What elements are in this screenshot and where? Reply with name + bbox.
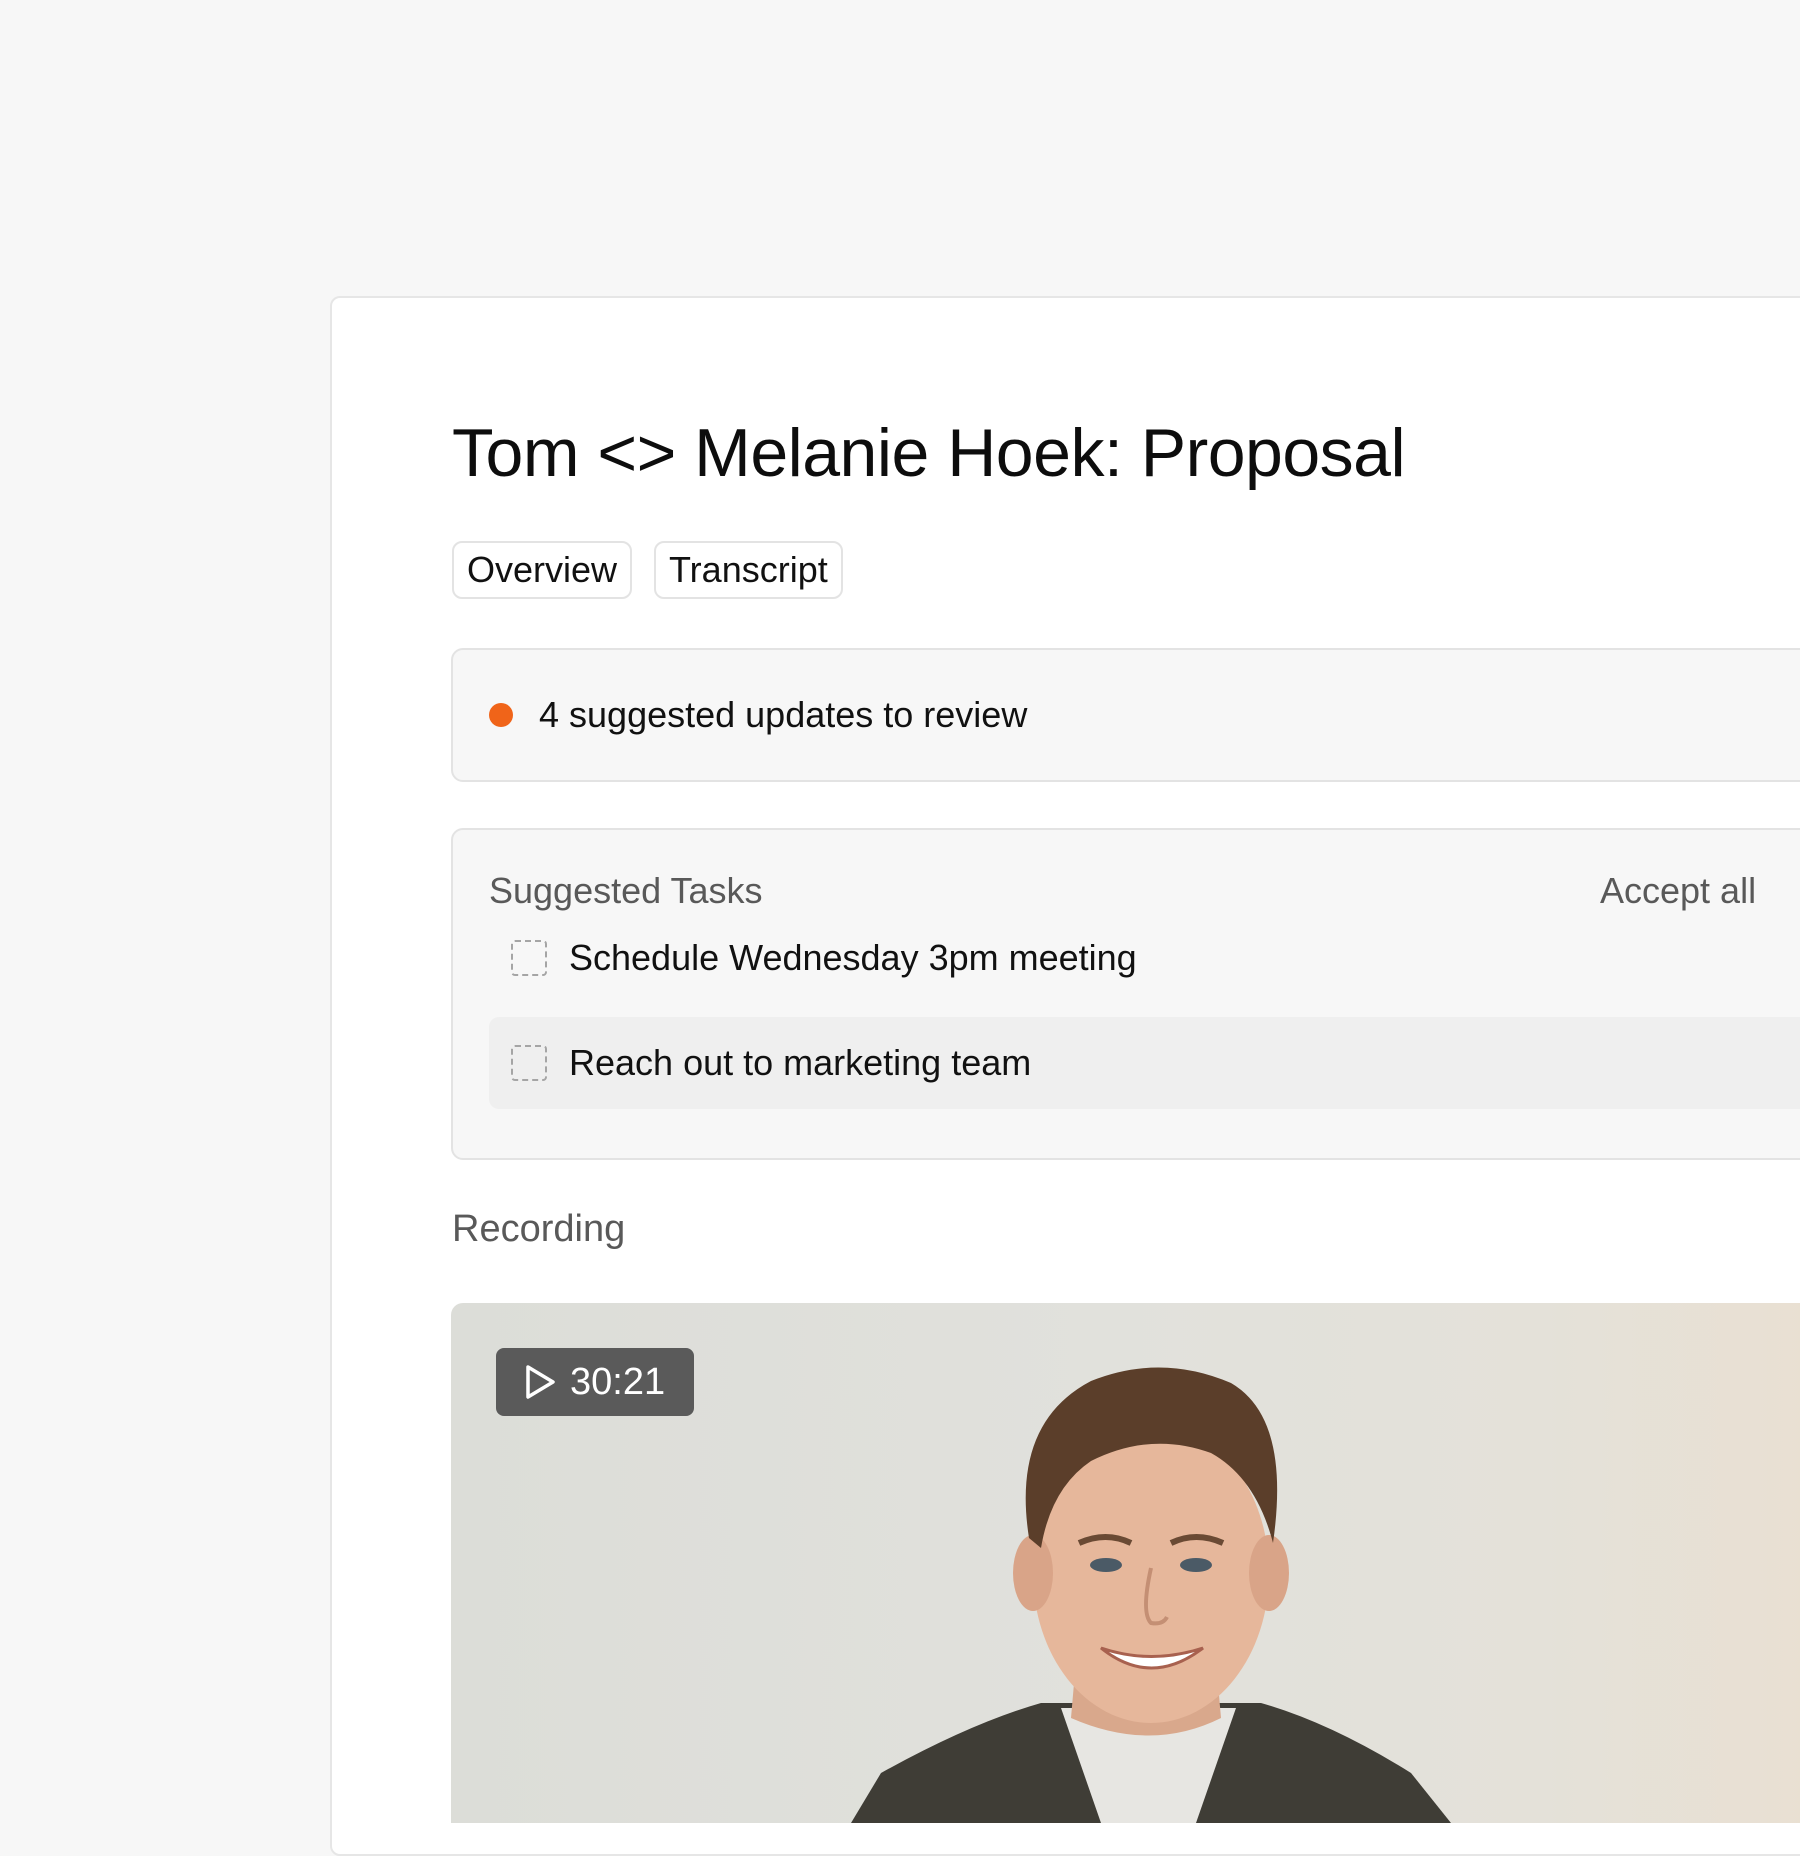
recording-heading: Recording [452, 1208, 626, 1250]
task-label: Schedule Wednesday 3pm meeting [569, 937, 1137, 978]
suggested-tasks-panel: Suggested Tasks Accept all Schedule Wedn… [451, 828, 1800, 1160]
task-item[interactable]: Schedule Wednesday 3pm meeting [489, 912, 1800, 1004]
play-button[interactable]: 30:21 [496, 1348, 694, 1416]
accept-all-button[interactable]: Accept all [1600, 870, 1756, 912]
tab-transcript[interactable]: Transcript [654, 541, 843, 599]
task-checkbox[interactable] [511, 940, 547, 976]
suggested-tasks-heading: Suggested Tasks [489, 870, 763, 911]
status-dot-icon [489, 703, 513, 727]
tab-overview[interactable]: Overview [452, 541, 633, 599]
play-icon [526, 1365, 555, 1399]
meeting-window: Tom <> Melanie Hoek: Proposal Overview T… [330, 296, 1800, 1856]
task-checkbox[interactable] [511, 1045, 547, 1081]
recording-duration: 30:21 [570, 1360, 666, 1403]
suggested-updates-text: 4 suggested updates to review [539, 694, 1028, 735]
suggested-updates-banner[interactable]: 4 suggested updates to review [451, 648, 1800, 782]
recording-video-player[interactable]: 30:21 [451, 1303, 1800, 1823]
page-title: Tom <> Melanie Hoek: Proposal [452, 415, 1406, 491]
task-item[interactable]: Reach out to marketing team [489, 1017, 1800, 1109]
tab-bar: Overview Transcript [452, 541, 843, 599]
task-label: Reach out to marketing team [569, 1042, 1032, 1083]
